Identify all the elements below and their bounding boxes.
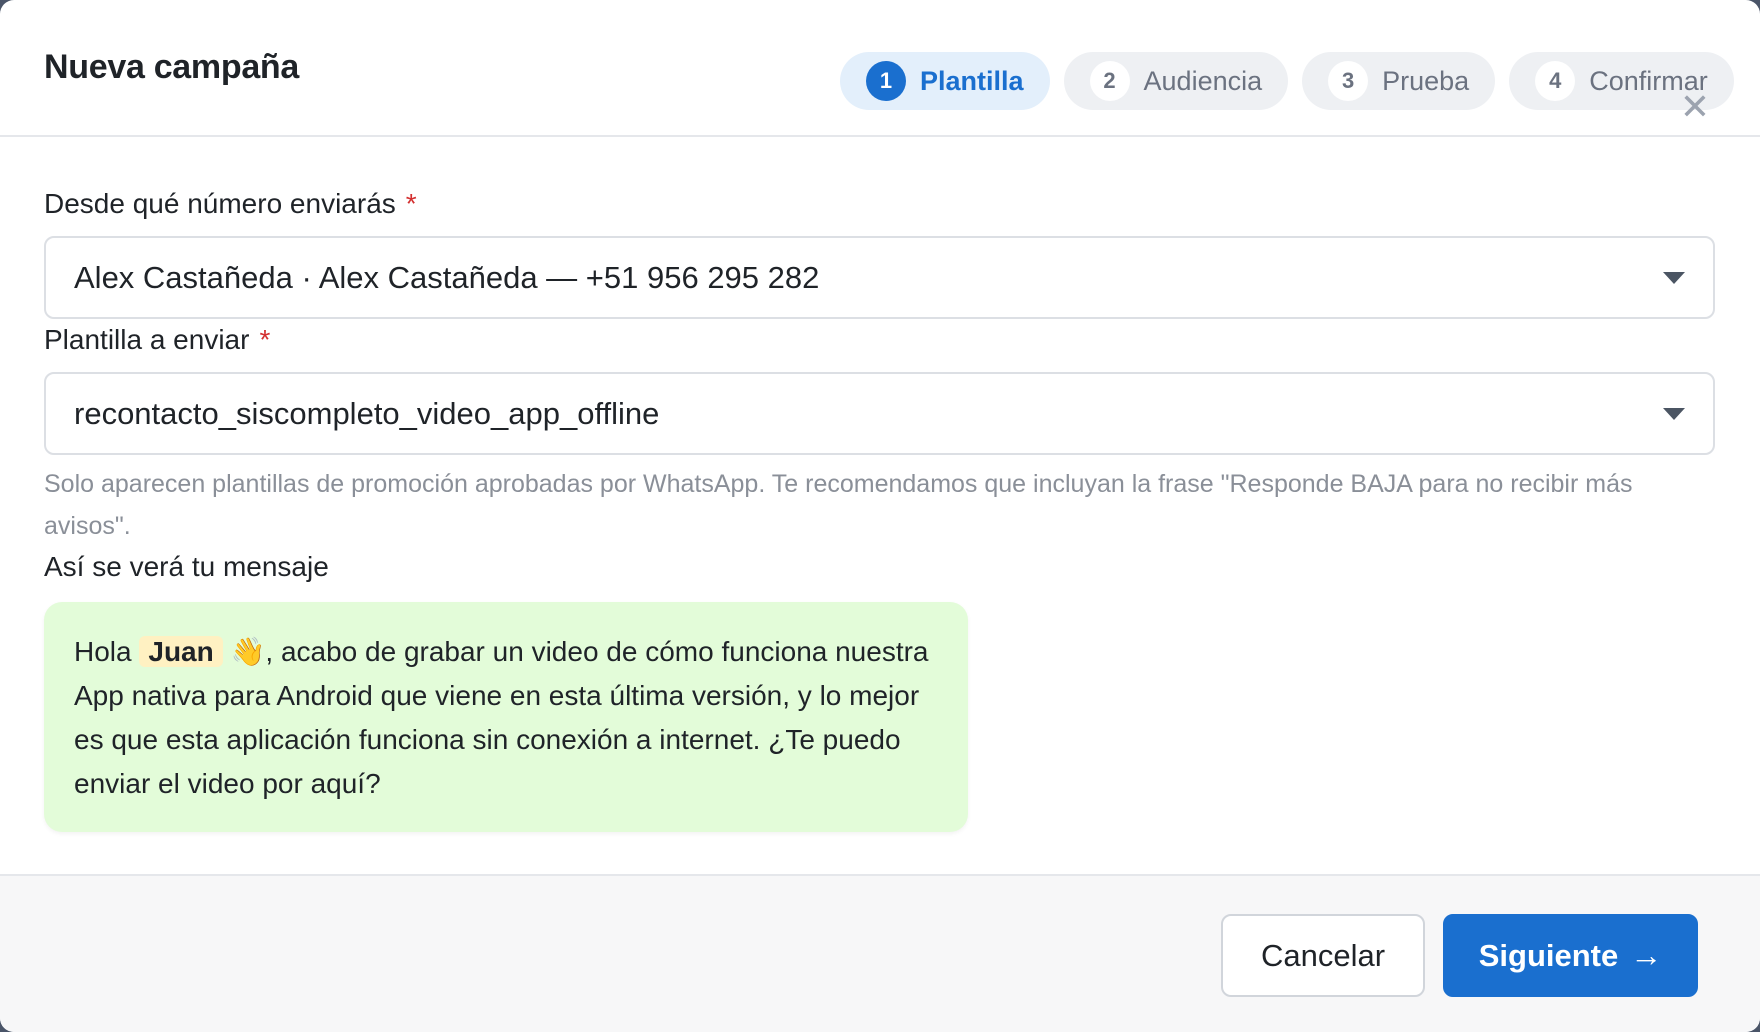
sender-select[interactable]: Alex Castañeda · Alex Castañeda — +51 95… [44,236,1715,319]
message-preview-bubble: Hola Juan 👋, acabo de grabar un video de… [44,602,968,832]
step-label: Audiencia [1143,65,1263,96]
close-icon[interactable]: ✕ [1680,89,1710,125]
required-mark: * [259,324,271,355]
new-campaign-modal: Nueva campaña 1 Plantilla 2 Audiencia 3 … [0,0,1760,1032]
step-audiencia[interactable]: 2 Audiencia [1063,52,1289,110]
template-select-value: recontacto_siscompleto_video_app_offline [74,395,660,431]
step-number: 2 [1089,61,1130,101]
modal-title: Nueva campaña [44,48,300,86]
step-label: Plantilla [920,65,1024,96]
chevron-down-icon [1663,271,1685,284]
sender-label-text: Desde qué número enviarás [44,188,396,219]
required-mark: * [405,188,417,219]
wave-icon: 👋 [230,636,266,667]
arrow-right-icon: → [1630,937,1663,973]
step-number: 4 [1535,61,1576,101]
cancel-button[interactable]: Cancelar [1221,914,1425,997]
modal-footer: Cancelar Siguiente → [0,874,1760,1032]
preview-label: Así se verá tu mensaje [44,551,329,582]
step-number: 1 [866,61,906,101]
step-prueba[interactable]: 3 Prueba [1302,52,1496,110]
step-number: 3 [1328,61,1369,101]
template-label-text: Plantilla a enviar [44,324,250,355]
stepper: 1 Plantilla 2 Audiencia 3 Prueba 4 Confi… [840,52,1734,110]
template-label: Plantilla a enviar * [44,324,270,356]
modal-header: Nueva campaña 1 Plantilla 2 Audiencia 3 … [0,0,1760,137]
template-select[interactable]: recontacto_siscompleto_video_app_offline [44,372,1715,455]
preview-greeting: Hola [74,636,132,667]
next-button-label: Siguiente [1478,937,1619,973]
template-hint: Solo aparecen plantillas de promoción ap… [44,470,1633,540]
step-label: Prueba [1382,65,1470,96]
next-button[interactable]: Siguiente → [1443,914,1698,997]
sender-label: Desde qué número enviarás * [44,188,417,220]
sender-select-value: Alex Castañeda · Alex Castañeda — +51 95… [74,259,820,295]
chevron-down-icon [1663,407,1685,420]
step-plantilla[interactable]: 1 Plantilla [840,52,1050,110]
variable-chip: Juan [139,636,223,667]
